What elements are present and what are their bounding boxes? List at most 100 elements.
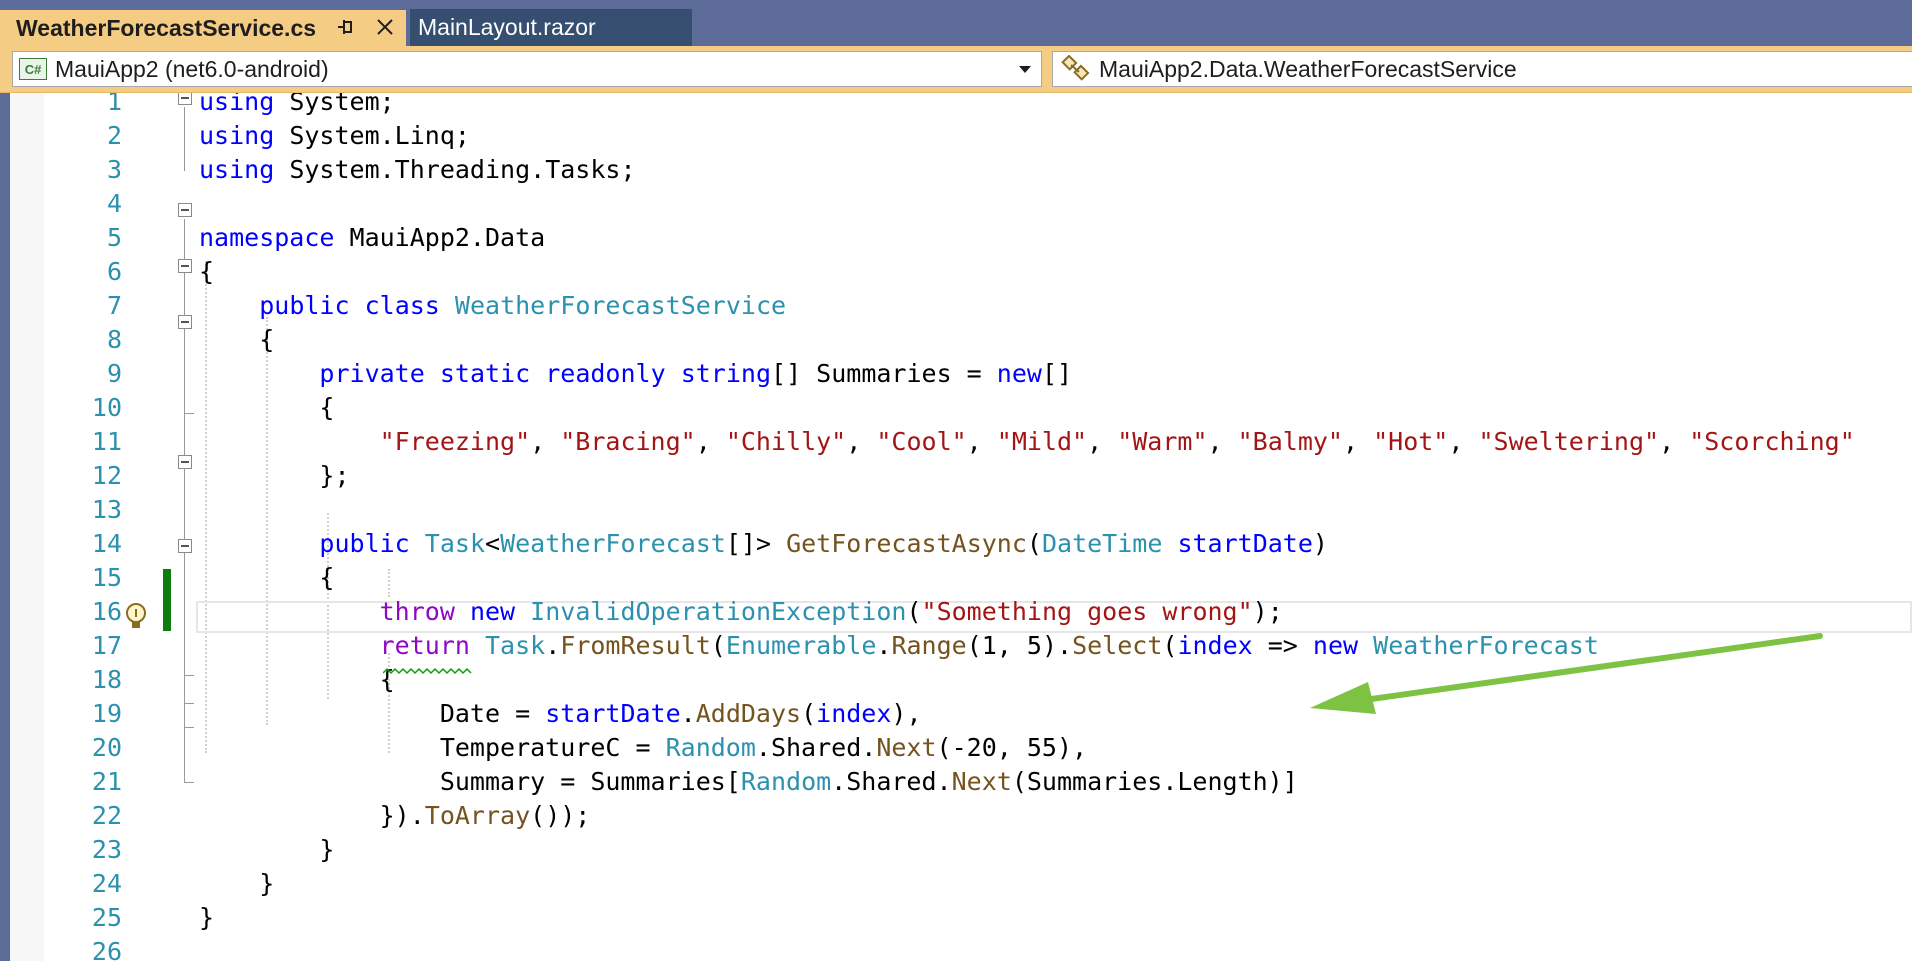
line-number: 15 [91,563,122,592]
code-text[interactable]: "Freezing", "Bracing", "Chilly", "Cool",… [199,425,1855,459]
line-number: 7 [106,291,122,320]
code-text[interactable]: throw new InvalidOperationException("Som… [199,595,1283,629]
code-token: WeatherForecastService [454,291,787,320]
code-token: using [199,121,275,150]
code-line[interactable]: 21 Summary = Summaries[Random.Shared.Nex… [0,765,1912,799]
code-line[interactable]: 6{ [0,255,1912,289]
code-text[interactable]: } [199,901,214,935]
code-token: . [545,631,561,660]
code-token: System.Threading.Tasks; [274,155,636,184]
collapse-toggle[interactable] [178,203,192,217]
code-token: ); [1252,597,1283,626]
code-text[interactable]: Summary = Summaries[Random.Shared.Next(S… [199,765,1298,799]
code-editor[interactable]: 1 using System; 2 using System.Linq; 3 using … [0,93,1912,961]
pin-icon[interactable] [334,16,356,38]
code-token: Next [876,733,937,762]
project-dropdown[interactable]: C# MauiApp2 (net6.0-android) [12,51,1042,87]
code-text[interactable]: using System.Linq; [199,119,470,153]
code-line[interactable]: 8 { [0,323,1912,357]
code-line[interactable]: 10 { [0,391,1912,425]
code-line[interactable]: 20 TemperatureC = Random.Shared.Next(-20… [0,731,1912,765]
code-text[interactable]: { [199,391,334,425]
line-number: 3 [106,155,122,184]
code-token: class [364,291,440,320]
line-number: 23 [91,835,122,864]
code-line[interactable]: 12 }; [0,459,1912,493]
collapse-toggle[interactable] [178,315,192,329]
document-tab-strip: WeatherForecastService.cs MainLayout.raz… [0,0,1912,46]
code-text[interactable]: using System; [199,93,395,119]
code-line[interactable]: 25} [0,901,1912,935]
tab-mainlayout[interactable]: MainLayout.razor [410,9,692,46]
code-line[interactable]: 26 [0,935,1912,961]
line-number: 18 [91,665,122,694]
code-token: { [199,325,275,354]
line-number: 12 [91,461,122,490]
code-token: MauiApp2.Data [334,223,546,252]
code-token: private [319,359,425,388]
code-text[interactable]: } [199,833,334,867]
code-token: index [816,699,892,728]
code-line[interactable]: 23 } [0,833,1912,867]
code-line[interactable]: 11 "Freezing", "Bracing", "Chilly", "Coo… [0,425,1912,459]
code-token: } [199,835,335,864]
code-token: [] Summaries = [771,359,997,388]
collapse-toggle[interactable] [178,259,192,273]
code-token: Select [1072,631,1163,660]
code-token: public [319,529,410,558]
collapse-toggle[interactable] [178,93,192,105]
navigation-bar: C# MauiApp2 (net6.0-android) MauiApp2.Da… [0,46,1912,93]
code-text[interactable]: private static readonly string[] Summari… [199,357,1072,391]
code-token: , [695,427,726,456]
code-text[interactable]: public Task<WeatherForecast[]> GetForeca… [199,527,1328,561]
collapse-toggle[interactable] [178,539,192,553]
code-token: ( [906,597,922,626]
code-token: using [199,155,275,184]
code-token: }; [199,461,350,490]
code-line[interactable]: 4 [0,187,1912,221]
code-line[interactable]: 15 { [0,561,1912,595]
code-text[interactable]: using System.Threading.Tasks; [199,153,636,187]
code-text[interactable]: } [199,867,274,901]
code-line[interactable]: 1 using System; [0,93,1912,119]
code-text[interactable]: { [199,663,395,697]
code-line[interactable]: 13 [0,493,1912,527]
code-token: , [966,427,997,456]
code-line[interactable]: 24 } [0,867,1912,901]
code-token: Summary = Summaries[ [199,767,741,796]
code-text[interactable]: Date = startDate.AddDays(index), [199,697,922,731]
code-line[interactable]: 2 using System.Linq; [0,119,1912,153]
code-text[interactable]: namespace MauiApp2.Data [199,221,545,255]
type-dropdown[interactable]: MauiApp2.Data.WeatherForecastService [1052,51,1912,87]
code-line[interactable]: 16 throw new InvalidOperationException("… [0,595,1912,629]
code-text[interactable]: TemperatureC = Random.Shared.Next(-20, 5… [199,731,1087,765]
line-number: 14 [91,529,122,558]
code-text[interactable]: }; [199,459,350,493]
chevron-down-icon[interactable] [1019,66,1031,73]
lightbulb-icon[interactable] [123,601,149,633]
code-token: "Bracing" [560,427,696,456]
code-line[interactable]: 22 }).ToArray()); [0,799,1912,833]
tab-weatherforecastservice[interactable]: WeatherForecastService.cs [0,10,406,46]
code-token: { [199,257,215,286]
code-line[interactable]: 7 public class WeatherForecastService [0,289,1912,323]
code-token: using [199,93,275,116]
code-line[interactable]: 3 using System.Threading.Tasks; [0,153,1912,187]
code-text[interactable]: { [199,255,214,289]
code-line[interactable]: 9 private static readonly string[] Summa… [0,357,1912,391]
code-token: , [846,427,877,456]
code-text[interactable]: public class WeatherForecastService [199,289,786,323]
code-token: . [680,699,696,728]
collapse-toggle[interactable] [178,455,192,469]
close-icon[interactable] [374,16,396,38]
code-text[interactable]: { [199,323,274,357]
code-line[interactable]: 14 public Task<WeatherForecast[]> GetFor… [0,527,1912,561]
code-text[interactable]: }).ToArray()); [199,799,591,833]
code-line[interactable]: 5 namespace MauiApp2.Data [0,221,1912,255]
code-text[interactable]: { [199,561,334,595]
warning-squiggle[interactable] [383,667,473,675]
